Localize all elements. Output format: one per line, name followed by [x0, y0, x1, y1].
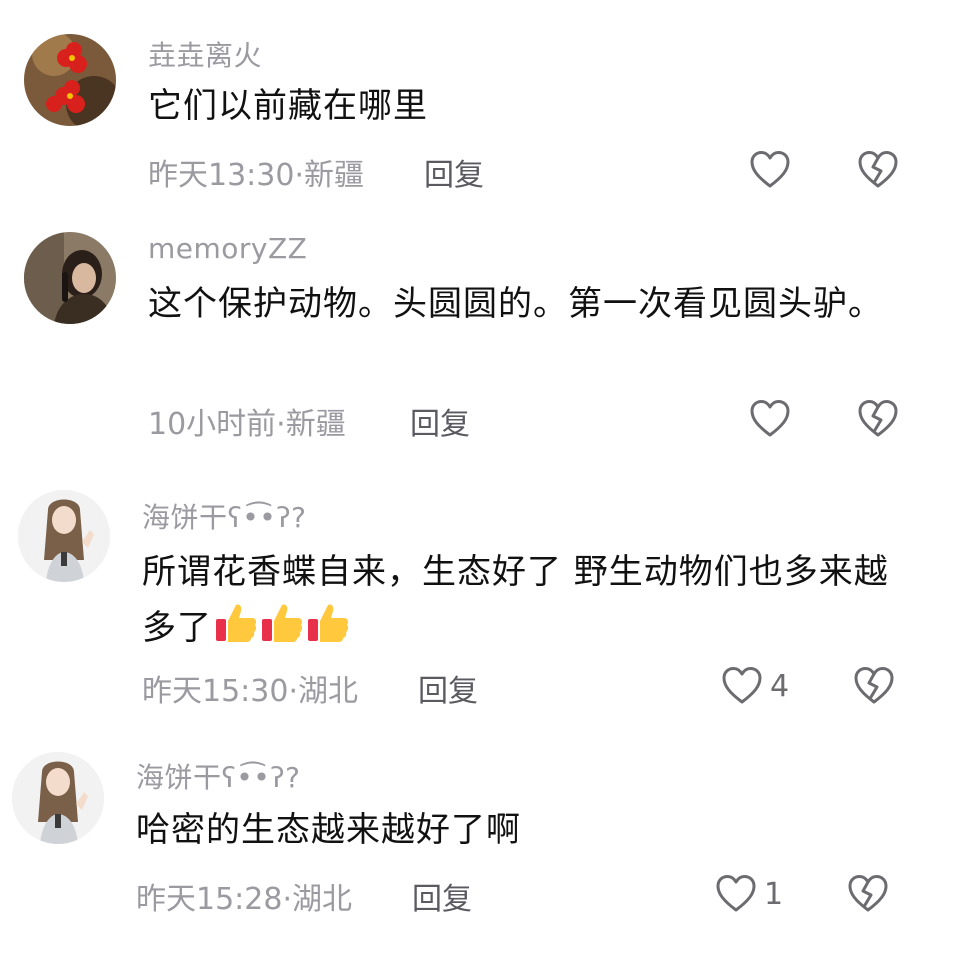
avatar[interactable]	[18, 490, 110, 582]
broken-heart-icon	[858, 151, 898, 188]
thumbs-up-icon	[260, 601, 304, 662]
thumbs-up-icon	[214, 601, 258, 662]
timestamp-location: 昨天15:28·湖北	[136, 882, 352, 917]
girl-photo-avatar-image	[24, 232, 116, 324]
thumbs-up-icon	[306, 601, 350, 662]
broken-heart-icon	[848, 875, 888, 912]
timestamp-location: 昨天15:30·湖北	[142, 674, 358, 709]
dislike-button[interactable]	[858, 400, 898, 442]
username[interactable]: 海饼干ʕ•͡•ʔ?	[142, 496, 306, 536]
comment-text: 所谓花香蝶自来，生态好了 野生动物们也多来越多了	[142, 544, 892, 662]
comment-text: 哈密的生态越来越好了啊	[136, 810, 521, 850]
reply-button[interactable]: 回复	[424, 150, 484, 194]
broken-heart-icon	[858, 400, 898, 437]
like-button[interactable]: 1	[716, 875, 783, 913]
dislike-button[interactable]	[858, 151, 898, 193]
username[interactable]: memoryZZ	[148, 232, 307, 265]
avatar[interactable]	[24, 232, 116, 324]
timestamp-location: 10小时前·新疆	[148, 407, 346, 442]
reply-button[interactable]: 回复	[410, 399, 470, 443]
like-button[interactable]	[750, 400, 798, 438]
anime-girl-avatar-image	[18, 490, 110, 582]
avatar[interactable]	[24, 34, 116, 126]
like-count: 4	[770, 668, 790, 704]
like-count: 1	[764, 876, 784, 912]
heart-icon	[722, 667, 762, 704]
comment-text: 它们以前藏在哪里	[148, 86, 428, 126]
heart-icon	[716, 875, 756, 912]
dislike-button[interactable]	[854, 667, 894, 709]
broken-heart-icon	[854, 667, 894, 704]
timestamp-location: 昨天13:30·新疆	[148, 158, 364, 193]
reply-button[interactable]: 回复	[418, 666, 478, 710]
heart-icon	[750, 151, 790, 188]
avatar[interactable]	[12, 752, 104, 844]
like-button[interactable]: 4	[722, 667, 789, 705]
username[interactable]: 海饼干ʕ•͡•ʔ?	[136, 756, 300, 796]
heart-icon	[750, 400, 790, 437]
comment-text: 这个保护动物。头圆圆的。第一次看见圆头驴。	[148, 284, 883, 324]
anime-girl-avatar-image	[12, 752, 104, 844]
red-flower-avatar-image	[24, 34, 116, 126]
like-button[interactable]	[750, 151, 798, 189]
username[interactable]: 垚垚离火	[148, 34, 262, 74]
dislike-button[interactable]	[848, 875, 888, 917]
reply-button[interactable]: 回复	[412, 874, 472, 918]
